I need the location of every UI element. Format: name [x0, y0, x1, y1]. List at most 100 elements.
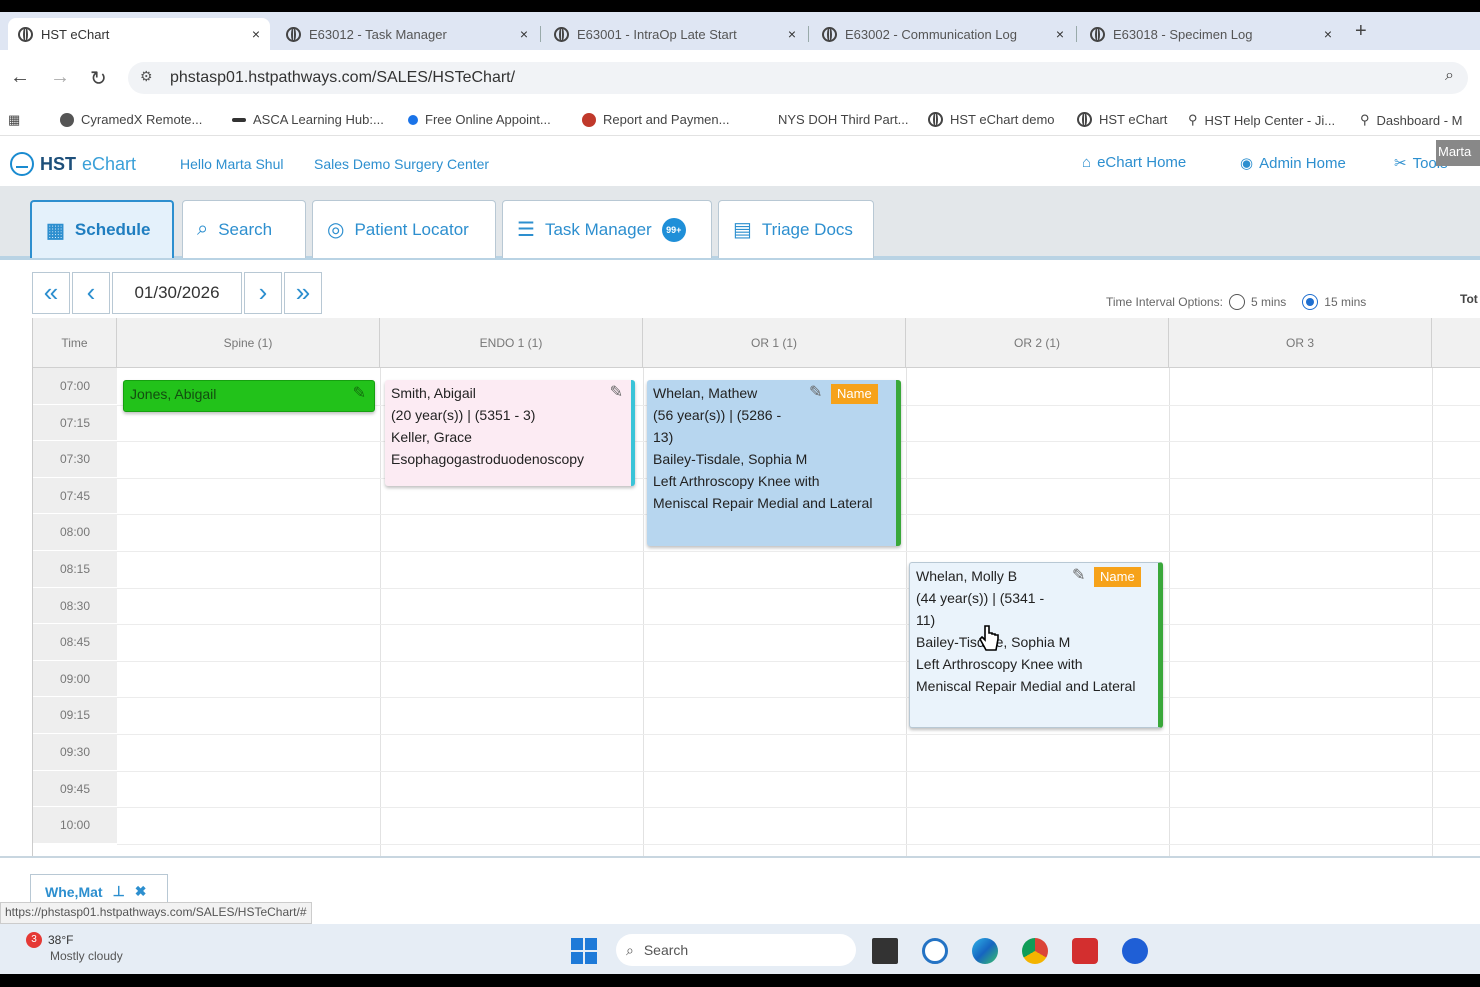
bookmark-hst-echart-demo[interactable]: HST eChart demo — [928, 112, 1055, 127]
appointment-whelan-molly[interactable]: Whelan, Molly B (44 year(s)) | (5341 - 1… — [909, 562, 1163, 728]
next-week-button[interactable]: » — [284, 272, 322, 314]
apps-grid-icon[interactable]: ▦ — [8, 112, 20, 128]
bookmark-cyramedx[interactable]: CyramedX Remote... — [60, 112, 202, 127]
provider-name: Bailey-Tisdale, Sophia M — [653, 451, 808, 467]
taskbar-search-label: Search — [643, 942, 689, 958]
bookmark-asca[interactable]: ASCA Learning Hub:... — [232, 112, 384, 127]
room-header-spine: Spine (1) — [117, 318, 380, 368]
reload-icon[interactable]: ↻ — [90, 66, 107, 91]
browser-tab-communication-log[interactable]: E63002 - Communication Log × — [812, 18, 1074, 50]
bookmark-nys-doh[interactable]: NYS DOH Third Part... — [778, 112, 909, 127]
user-greeting[interactable]: Hello Marta Shul — [180, 156, 284, 172]
taskbar-search[interactable]: ⌕ Search — [616, 934, 856, 966]
chrome-icon[interactable] — [1022, 938, 1048, 964]
prev-day-button[interactable]: ‹ — [72, 272, 110, 314]
hst-echart-logo[interactable]: HST eChart — [10, 152, 136, 176]
app-icon[interactable] — [1122, 938, 1148, 964]
browser-tab-specimen-log[interactable]: E63018 - Specimen Log × — [1080, 18, 1342, 50]
pin-icon[interactable]: ⊥ — [113, 883, 125, 900]
bookmark-free-online-appoint[interactable]: Free Online Appoint... — [408, 112, 551, 127]
user-badge[interactable]: Marta — [1436, 140, 1480, 166]
room-header-endo1: ENDO 1 (1) — [380, 318, 643, 368]
echart-home-link[interactable]: ⌂ eChart Home — [1082, 154, 1186, 171]
site-settings-icon[interactable]: ⚙ — [140, 68, 153, 85]
close-tab-icon[interactable]: × — [520, 26, 528, 42]
edge-icon[interactable] — [972, 938, 998, 964]
bookmark-report-payment[interactable]: Report and Paymen... — [582, 112, 729, 127]
radio-5-mins[interactable] — [1228, 294, 1245, 310]
windows-start-icon[interactable] — [571, 938, 597, 964]
tab-patient-locator[interactable]: ◎ Patient Locator — [312, 200, 496, 258]
close-tab-icon[interactable]: × — [1324, 26, 1332, 42]
acrobat-icon[interactable] — [1072, 938, 1098, 964]
appointment-whelan-mathew[interactable]: Whelan, Mathew (56 year(s)) | (5286 - 13… — [647, 380, 901, 546]
forward-arrow-icon[interactable]: → — [50, 66, 70, 89]
room-header-next — [1432, 318, 1480, 368]
provider-name: Keller, Grace — [391, 429, 472, 445]
app-header: HST eChart Hello Marta Shul Sales Demo S… — [0, 140, 1480, 184]
row-divider — [117, 734, 1480, 735]
attachment-icon[interactable]: ✎ — [610, 382, 623, 404]
globe-icon — [1090, 26, 1105, 42]
center-name[interactable]: Sales Demo Surgery Center — [314, 156, 489, 172]
bookmark-icon — [408, 114, 418, 125]
browser-tab-intraop[interactable]: E63001 - IntraOp Late Start × — [544, 18, 806, 50]
name-alert-tag[interactable]: Name — [1094, 567, 1141, 587]
attachment-icon[interactable]: ✎ — [809, 382, 822, 404]
url-bar[interactable]: ⚙ phstasp01.hstpathways.com/SALES/HSTeCh… — [128, 62, 1468, 94]
schedule-grid: Time Spine (1) ENDO 1 (1) OR 1 (1) OR 2 … — [32, 318, 1480, 856]
procedure-name: Left Arthroscopy Knee with — [653, 473, 820, 489]
prev-week-button[interactable]: « — [32, 272, 70, 314]
close-tab-icon[interactable]: × — [788, 26, 796, 42]
bookmark-label: Free Online Appoint... — [425, 112, 551, 127]
room-header-or2: OR 2 (1) — [906, 318, 1169, 368]
close-tab-icon[interactable]: × — [1056, 26, 1064, 42]
tab-schedule[interactable]: ▦ Schedule — [30, 200, 174, 258]
radio-15-mins[interactable] — [1302, 294, 1319, 310]
patient-details: (56 year(s)) | (5286 - — [653, 407, 782, 423]
admin-home-link[interactable]: ◉ Admin Home — [1240, 154, 1346, 173]
appointment-jones-abigail[interactable]: Jones, Abigail ✎ — [123, 380, 375, 412]
new-tab-button[interactable]: + — [1355, 20, 1367, 43]
close-tab-icon[interactable]: × — [252, 26, 260, 42]
row-divider — [117, 770, 1480, 772]
patient-details: (20 year(s)) | (5351 - 3) — [391, 407, 536, 423]
date-field[interactable]: 01/30/2026 — [112, 272, 242, 314]
zoom-icon[interactable]: ⌕ — [1445, 67, 1454, 85]
bookmark-dashboard[interactable]: ⚲ Dashboard - M — [1360, 112, 1463, 128]
attachment-icon[interactable]: ✎ — [353, 383, 366, 405]
browser-tab-task-manager[interactable]: E63012 - Task Manager × — [276, 18, 538, 50]
heartbeat-icon — [10, 152, 34, 176]
tab-search[interactable]: ⌕ Search — [182, 200, 306, 258]
task-view-icon[interactable] — [872, 938, 898, 964]
back-arrow-icon[interactable]: ← — [10, 66, 30, 89]
clipboard-icon: ▤ — [733, 219, 752, 241]
attachment-icon[interactable]: ✎ — [1072, 565, 1085, 587]
weather-widget[interactable]: 3 38°F Mostly cloudy — [26, 932, 123, 964]
tab-task-manager[interactable]: ☰ Task Manager 99+ — [502, 200, 712, 258]
appointment-smith-abigail[interactable]: Smith, Abigail (20 year(s)) | (5351 - 3)… — [385, 380, 635, 486]
close-icon[interactable]: ✖ — [135, 883, 147, 900]
provider-name: Bailey-Tisdale, Sophia M — [916, 634, 1071, 650]
copilot-icon[interactable] — [922, 938, 948, 964]
globe-icon — [286, 26, 301, 42]
globe-icon — [822, 26, 837, 42]
hand-cursor-icon — [979, 625, 999, 651]
time-slot-label: 07:15 — [33, 404, 117, 442]
screen: HST eChart × E63012 - Task Manager × E63… — [0, 12, 1480, 974]
bookmark-hst-echart[interactable]: HST eChart — [1077, 112, 1167, 127]
bookmark-hst-help-center[interactable]: ⚲ HST Help Center - Ji... — [1188, 112, 1335, 128]
row-divider — [117, 660, 1480, 662]
time-slot-label: 07:45 — [33, 477, 117, 515]
target-icon: ◎ — [327, 219, 345, 241]
jira-icon: ⚲ — [1188, 112, 1198, 127]
next-day-button[interactable]: › — [244, 272, 282, 314]
browser-tab-hst-echart[interactable]: HST eChart × — [8, 18, 270, 50]
patient-name: Jones, Abigail — [130, 386, 217, 402]
row-divider — [117, 697, 1480, 699]
search-icon: ⌕ — [197, 218, 209, 240]
row-divider — [117, 807, 1480, 809]
bookmarks-bar: ▦ CyramedX Remote... ASCA Learning Hub:.… — [0, 106, 1480, 136]
name-alert-tag[interactable]: Name — [831, 384, 878, 404]
tab-triage-docs[interactable]: ▤ Triage Docs — [718, 200, 874, 258]
